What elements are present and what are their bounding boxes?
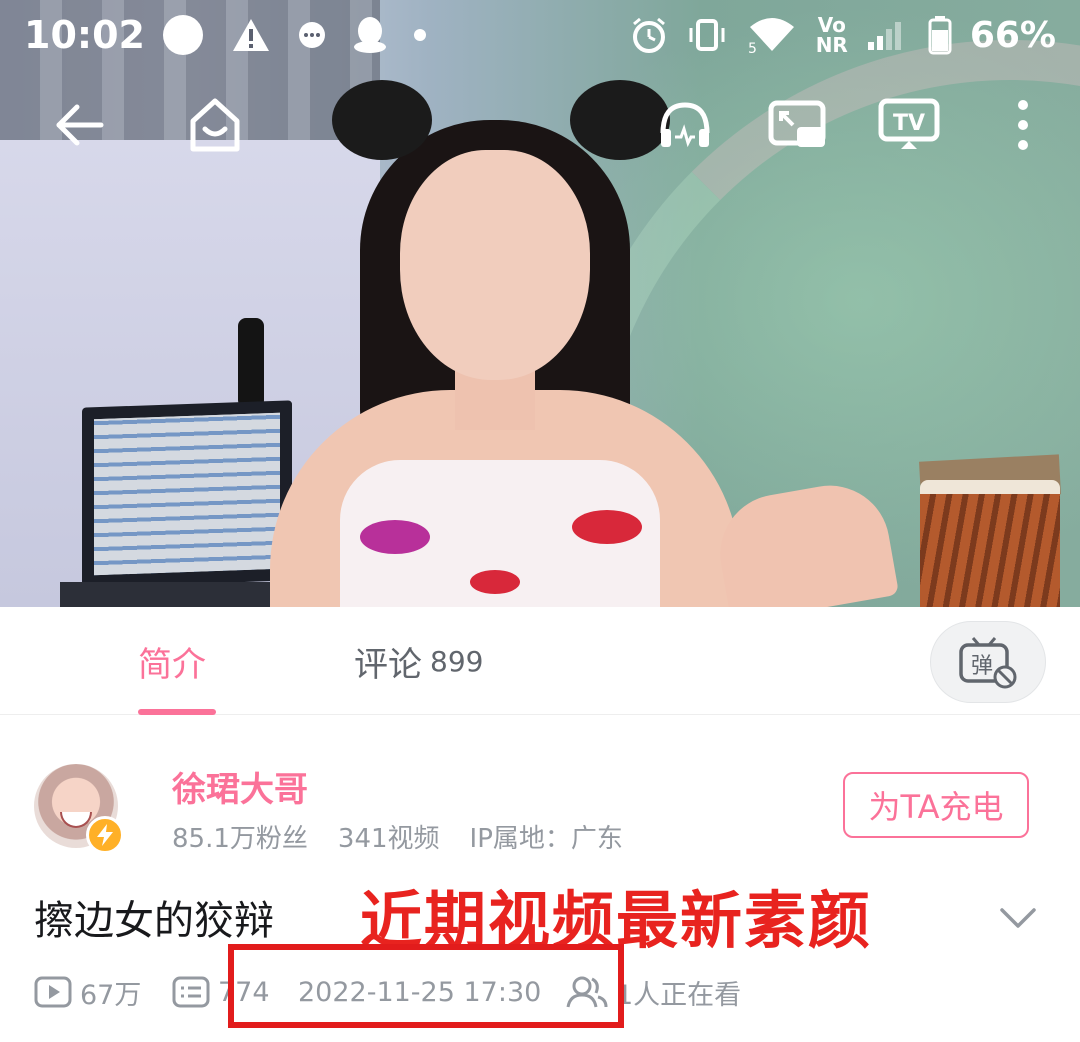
video-laptop — [82, 400, 292, 588]
small-window-button[interactable] — [762, 90, 832, 160]
tab-intro[interactable]: 简介 — [138, 607, 216, 715]
volte-nr-icon: Vo NR — [816, 15, 848, 55]
video-title: 擦边女的狡辩 — [34, 898, 274, 944]
svg-text:TV: TV — [893, 111, 925, 136]
video-ring-lamp — [238, 318, 264, 408]
status-bar: 10:02 5 Vo NR 66% — [0, 0, 1080, 70]
danmaku-toggle-button[interactable]: 弹 — [930, 621, 1046, 703]
player-top-controls: TV — [0, 90, 1080, 160]
message-icon — [297, 20, 327, 50]
back-button[interactable] — [44, 90, 114, 160]
warning-icon — [231, 17, 271, 53]
annotation-highlight-box — [228, 944, 624, 1028]
tv-cast-icon: TV — [878, 98, 940, 149]
notification-dot-icon — [161, 13, 205, 57]
alarm-icon — [630, 16, 668, 54]
svg-text:弹: 弹 — [971, 654, 993, 679]
status-time: 10:02 — [24, 13, 145, 57]
audio-mode-button[interactable] — [650, 90, 720, 160]
play-icon — [34, 976, 72, 1008]
tab-comments[interactable]: 评论 899 — [354, 607, 483, 715]
back-icon — [56, 104, 104, 146]
uploader-section: 徐珺大哥 85.1万粉丝 341视频 IP属地：广东 为TA充电 — [0, 740, 1080, 860]
danmaku-list-icon — [172, 976, 210, 1008]
signal-icon — [866, 18, 910, 52]
nr-label: NR — [815, 33, 848, 57]
danmaku-off-icon: 弹 — [959, 637, 1017, 689]
tab-intro-label: 简介 — [138, 644, 206, 685]
qq-icon — [353, 15, 387, 55]
video-person — [270, 80, 740, 607]
uploader-stats: 85.1万粉丝 341视频 IP属地：广东 — [172, 818, 623, 855]
expand-button[interactable] — [994, 898, 1042, 938]
headphones-icon — [660, 102, 710, 148]
more-icon — [1018, 100, 1028, 150]
video-drum — [920, 480, 1060, 607]
battery-percent: 66% — [969, 14, 1056, 56]
small-dot-icon — [413, 28, 427, 42]
lightning-badge-icon — [86, 816, 124, 854]
battery-icon — [928, 15, 952, 55]
tv-cast-button[interactable]: TV — [874, 90, 944, 160]
volte-label: Vo — [817, 13, 846, 37]
home-icon — [190, 98, 240, 152]
tab-active-indicator — [138, 709, 216, 715]
svg-text:5: 5 — [748, 41, 757, 55]
uploader-name[interactable]: 徐珺大哥 — [172, 762, 308, 811]
chevron-down-icon — [1000, 908, 1036, 928]
home-button[interactable] — [180, 90, 250, 160]
tab-comments-count: 899 — [430, 644, 484, 678]
tab-bar: 简介 评论 899 弹 — [0, 607, 1080, 715]
video-laptop-base — [60, 582, 300, 607]
vibrate-icon — [686, 18, 728, 52]
uploader-followers: 85.1万粉丝 — [172, 824, 308, 854]
watching-now-value: 1人正在看 — [616, 979, 742, 1011]
uploader-ip-location: IP属地：广东 — [469, 824, 623, 854]
tab-comments-label: 评论 — [354, 644, 422, 685]
wifi-icon: 5 — [746, 15, 798, 55]
uploader-videos: 341视频 — [337, 824, 440, 854]
play-count-value: 67万 — [80, 979, 142, 1011]
small-window-icon — [768, 100, 826, 147]
more-button[interactable] — [988, 90, 1058, 160]
charge-button[interactable]: 为TA充电 — [843, 772, 1029, 838]
avatar[interactable] — [34, 764, 124, 854]
play-count: 67万 — [34, 973, 172, 1012]
